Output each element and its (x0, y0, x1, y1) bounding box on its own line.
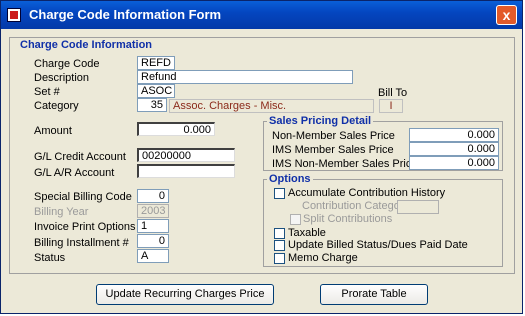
update-billed-checkbox[interactable] (274, 240, 285, 251)
app-icon (7, 8, 21, 22)
split-contributions-label: Split Contributions (303, 213, 393, 225)
window-title: Charge Code Information Form (29, 7, 222, 22)
special-billing-field[interactable]: 0 (137, 189, 169, 203)
prorate-table-button[interactable]: Prorate Table (320, 284, 428, 305)
gl-credit-label: G/L Credit Account (34, 151, 126, 163)
title-bar[interactable]: Charge Code Information Form x (1, 1, 522, 29)
amount-field[interactable]: 0.000 (137, 122, 215, 136)
billing-year-label: Billing Year (34, 206, 89, 218)
status-field[interactable]: A (137, 249, 169, 263)
accumulate-history-checkbox[interactable] (274, 188, 285, 199)
billing-year-field: 2003 (137, 204, 169, 218)
bill-to-value: I (379, 99, 403, 113)
category-description: Assoc. Charges - Misc. (169, 99, 374, 113)
gl-ar-label: G/L A/R Account (34, 167, 115, 179)
invoice-print-label: Invoice Print Options (34, 221, 136, 233)
update-billed-label: Update Billed Status/Dues Paid Date (288, 239, 468, 251)
non-member-price-field[interactable]: 0.000 (409, 128, 499, 142)
ims-non-member-price-label: IMS Non-Member Sales Price (272, 158, 418, 170)
special-billing-label: Special Billing Code (34, 191, 132, 203)
description-label: Description (34, 72, 90, 84)
category-label: Category (34, 100, 79, 112)
memo-charge-label: Memo Charge (288, 252, 358, 264)
close-button[interactable]: x (496, 5, 517, 25)
amount-label: Amount (34, 125, 72, 137)
category-field[interactable]: 35 (137, 98, 167, 112)
ims-non-member-price-field[interactable]: 0.000 (409, 156, 499, 170)
memo-charge-checkbox[interactable] (274, 253, 285, 264)
charge-code-field[interactable]: REFD (137, 56, 175, 70)
ims-member-price-field[interactable]: 0.000 (409, 142, 499, 156)
invoice-print-field[interactable]: 1 (137, 219, 169, 233)
gl-ar-field[interactable] (137, 164, 235, 178)
accumulate-history-label: Accumulate Contribution History (288, 187, 446, 199)
gl-credit-field[interactable]: 00200000 (137, 148, 235, 162)
split-contributions-checkbox (290, 214, 301, 225)
charge-code-label: Charge Code (34, 58, 100, 70)
set-field[interactable]: ASOC (137, 84, 175, 98)
billing-installment-field[interactable]: 0 (137, 234, 169, 248)
taxable-label: Taxable (288, 227, 326, 239)
ims-member-price-label: IMS Member Sales Price (272, 144, 394, 156)
non-member-price-label: Non-Member Sales Price (272, 130, 395, 142)
billing-installment-label: Billing Installment # (34, 237, 129, 249)
taxable-checkbox[interactable] (274, 228, 285, 239)
description-field[interactable]: Refund (137, 70, 353, 84)
status-label: Status (34, 252, 66, 264)
section-title: Charge Code Information (20, 39, 153, 51)
set-label: Set # (34, 86, 60, 98)
contribution-category-label: Contribution Category (302, 200, 410, 212)
contribution-category-field (397, 200, 439, 214)
options-title: Options (267, 173, 313, 185)
update-recurring-charges-button[interactable]: Update Recurring Charges Price (96, 284, 274, 305)
bill-to-label: Bill To (378, 87, 408, 99)
charge-code-window: Charge Code Information Form x Charge Co… (0, 0, 523, 314)
sales-pricing-title: Sales Pricing Detail (267, 115, 374, 127)
